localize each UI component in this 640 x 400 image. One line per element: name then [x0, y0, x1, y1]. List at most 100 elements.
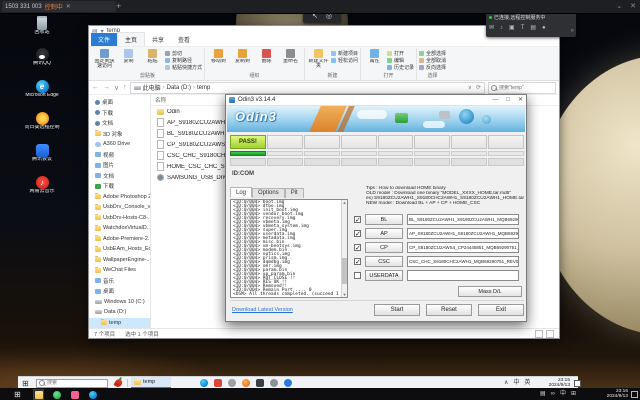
nav-tree-item[interactable]: Data (D:): [89, 307, 150, 318]
desktop-icon[interactable]: 向日葵远程控制: [16, 112, 68, 143]
nav-tree-item[interactable]: UsbDrv-Hosts-C8-...: [89, 213, 150, 224]
mass-dl-button[interactable]: Mass D/L: [458, 286, 522, 297]
assist-tool-icon[interactable]: T: [521, 25, 525, 31]
file-path-field[interactable]: BL_S9180ZCU2AWH1_S9180ZCU2AWH1_MQB692907…: [407, 214, 519, 225]
file-path-field[interactable]: [407, 270, 519, 281]
file-checkbox[interactable]: [354, 258, 361, 265]
tray-icon[interactable]: ∧: [504, 379, 508, 387]
odin-tab[interactable]: Pit: [285, 188, 304, 198]
nav-tree-item[interactable]: Adobe-Premiere-2...: [89, 234, 150, 245]
nav-tree-item[interactable]: temp: [89, 318, 150, 329]
new-tab-button[interactable]: +: [116, 1, 121, 12]
tray-icon[interactable]: ⊞: [571, 390, 576, 398]
explorer-menu-tab[interactable]: 主页: [117, 32, 145, 46]
nav-tree-item[interactable]: 文档: [89, 171, 150, 182]
taskbar-search[interactable]: [36, 379, 108, 388]
ribbon-button[interactable]: 复制: [117, 48, 140, 73]
breadcrumb[interactable]: 此电脑› Data (D:)› temp ∨⟳: [130, 82, 485, 94]
assist-tool-icon[interactable]: ✉: [489, 24, 494, 31]
tray-icon[interactable]: 英: [524, 379, 530, 387]
breadcrumb-segment[interactable]: Data (D:): [167, 85, 191, 91]
assist-tool-icon[interactable]: ▤: [530, 24, 536, 31]
ribbon-button-small[interactable]: 打开: [387, 50, 414, 56]
ribbon-button-small[interactable]: 全部取消: [419, 57, 446, 63]
start-button[interactable]: ⊞: [14, 390, 21, 399]
nav-tree-item[interactable]: 下载: [89, 108, 150, 119]
file-checkbox[interactable]: [354, 230, 361, 237]
file-slot-button[interactable]: AP: [365, 228, 403, 239]
start-button[interactable]: ⊞: [22, 379, 29, 388]
file-path-field[interactable]: CP_S9180ZCU2AWS4_CP24445851_MQB69290751_…: [407, 242, 519, 253]
taskbar-app-icon[interactable]: [270, 379, 278, 387]
refresh-icon[interactable]: ⟳: [476, 84, 481, 91]
odin-log-panel[interactable]: <ID:0/004> boot.img<ID:0/004> dtbo.img<I…: [230, 199, 348, 298]
scroll-down-icon[interactable]: ▼: [342, 292, 347, 297]
action-button[interactable]: Exit: [478, 304, 524, 316]
nav-tree-item[interactable]: 桌面: [89, 286, 150, 297]
window-control-icon[interactable]: □: [506, 95, 510, 106]
ribbon-button-small[interactable]: 轻松访问: [331, 57, 358, 63]
taskbar-clock[interactable]: 23:15 2024/9/13: [532, 378, 570, 389]
nav-tree-item[interactable]: A360 Drive: [89, 139, 150, 150]
remote-assist-toolbar[interactable]: 已连接,远程控制服务中 ✉♪▣T▤● »: [486, 12, 576, 37]
ribbon-button[interactable]: 复制到: [231, 48, 254, 73]
taskbar-app[interactable]: [88, 390, 97, 399]
nav-tree-item[interactable]: UsbDrv_Console_v...: [89, 202, 150, 213]
nav-tree-item[interactable]: WatchdoxVirtualD...: [89, 223, 150, 234]
explorer-search-box[interactable]: [488, 82, 556, 94]
scrollbar-thumb[interactable]: [342, 258, 347, 284]
window-control-icon[interactable]: —: [492, 95, 498, 106]
taskbar-app[interactable]: [34, 390, 43, 399]
desktop-icon[interactable]: e Microsoft Edge: [16, 80, 68, 111]
log-scrollbar[interactable]: ▲ ▼: [341, 200, 347, 297]
file-checkbox[interactable]: [354, 244, 361, 251]
taskbar-app-icon[interactable]: [242, 379, 250, 387]
explorer-menu-tab[interactable]: 查看: [171, 33, 197, 46]
nav-tree-item[interactable]: WeChat Files: [89, 265, 150, 276]
taskbar-clock[interactable]: 23:16 2024/9/13: [588, 389, 628, 400]
file-path-field[interactable]: CSC_CHC_S9180CHC2AWH1_MQB69290751_REV00_…: [407, 256, 519, 267]
tray-icon[interactable]: ∞: [551, 390, 555, 398]
taskbar-app-icon[interactable]: [200, 379, 208, 387]
scroll-up-icon[interactable]: ▲: [342, 200, 347, 205]
tray-icon[interactable]: 中: [513, 379, 519, 387]
ribbon-button[interactable]: 移动到: [207, 48, 230, 73]
ribbon-button[interactable]: 新建文件夹: [307, 48, 330, 73]
column-header[interactable]: 名称: [151, 96, 230, 104]
file-checkbox[interactable]: [354, 216, 361, 223]
nav-tree-item[interactable]: 文档: [89, 118, 150, 129]
search-input[interactable]: [499, 85, 553, 91]
ribbon-button-small[interactable]: 编辑: [387, 57, 414, 63]
session-tab[interactable]: 1503 331 003 控制中 ✕: [2, 1, 116, 12]
download-latest-link[interactable]: Download Latest Version: [232, 307, 293, 313]
taskbar-app-icon[interactable]: [214, 379, 222, 387]
assist-tool-icon[interactable]: ●: [542, 25, 546, 31]
assist-tool-icon[interactable]: ♪: [500, 25, 503, 31]
odin-tab[interactable]: Options: [252, 188, 285, 198]
desktop-icon[interactable]: 回收站: [16, 16, 68, 47]
taskbar-app-icon[interactable]: [256, 379, 264, 387]
tray-icon[interactable]: 中: [560, 390, 566, 398]
nav-tree-item[interactable]: 图片: [89, 160, 150, 171]
nav-tree-item[interactable]: 视频: [89, 150, 150, 161]
breadcrumb-segment[interactable]: temp: [197, 85, 210, 91]
nav-tree-item[interactable]: 3D 对象: [89, 129, 150, 140]
ribbon-button[interactable]: 粘贴: [141, 48, 164, 73]
notification-center-icon[interactable]: [631, 391, 638, 398]
taskbar-app-icon[interactable]: [284, 379, 292, 387]
file-slot-button[interactable]: CP: [365, 242, 403, 253]
tab-close-icon[interactable]: ✕: [66, 3, 71, 10]
file-slot-button[interactable]: CSC: [365, 256, 403, 267]
explorer-menu-tab[interactable]: 共享: [145, 33, 171, 46]
file-path-field[interactable]: AP_S9180ZCU2AWH1_S9180ZCU2AWH1_MQB692907…: [407, 228, 519, 239]
nav-tree-item[interactable]: 桌面: [89, 97, 150, 108]
desktop-icon[interactable]: 腾讯QQ: [16, 48, 68, 79]
file-slot-button[interactable]: BL: [365, 214, 403, 225]
nav-tree-item[interactable]: Adobe Photoshop 2...: [89, 192, 150, 203]
file-slot-button[interactable]: USERDATA: [365, 270, 403, 281]
nav-tree-item[interactable]: Windows 10 (C:): [89, 297, 150, 308]
nav-tree-item[interactable]: UsbEAm_Hosts_Edi...: [89, 244, 150, 255]
nav-arrow-icon[interactable]: ←: [92, 84, 99, 92]
ribbon-button-small[interactable]: 反向选择: [419, 64, 446, 70]
action-button[interactable]: Reset: [426, 304, 472, 316]
